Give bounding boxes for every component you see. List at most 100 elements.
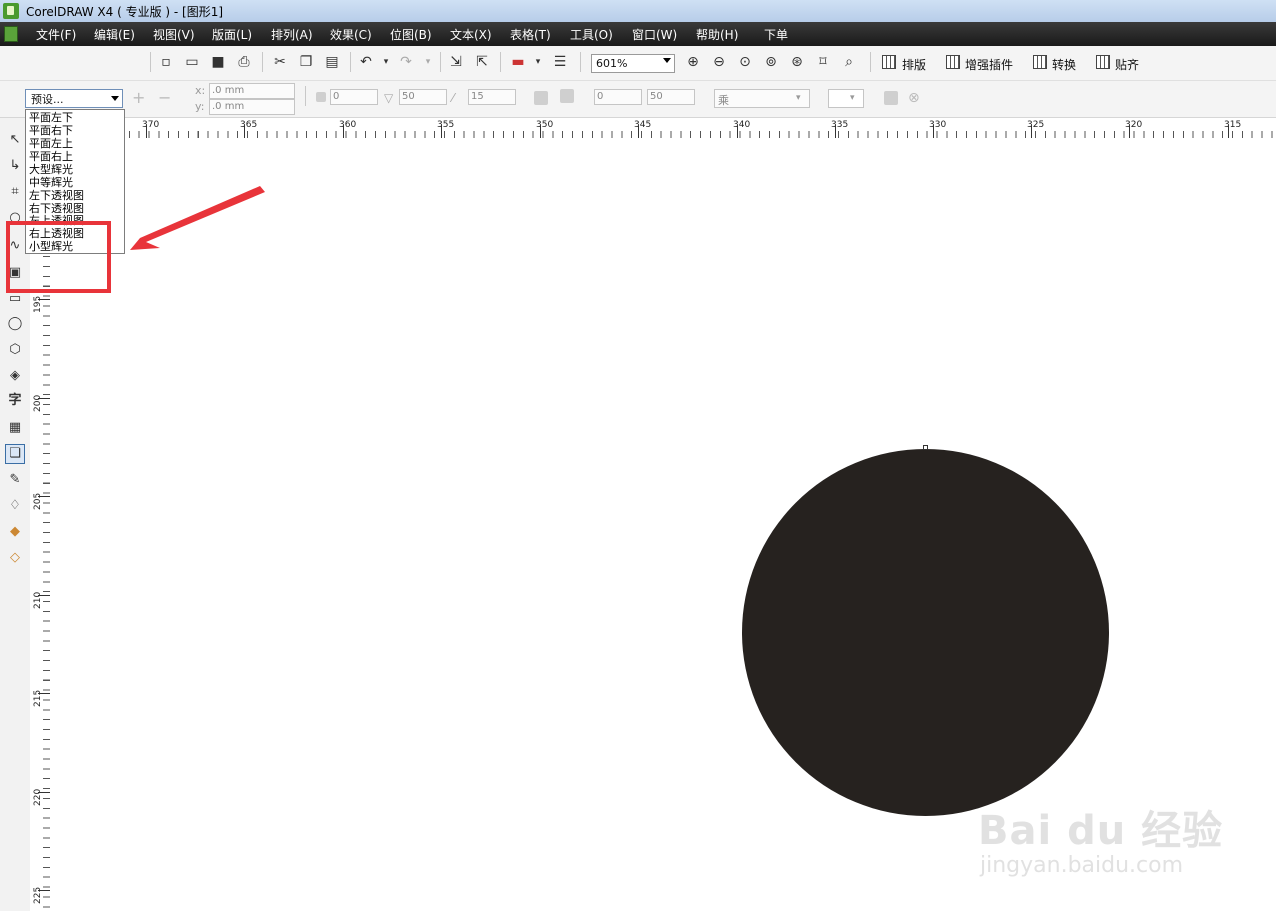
shadow-opacity-icon: ▽ xyxy=(384,91,394,105)
undo-icon[interactable]: ↶ xyxy=(358,54,374,70)
y-position-value: .0 mm xyxy=(212,101,245,112)
horizontal-ruler-ticks xyxy=(50,131,1276,138)
ruler-label: 325 xyxy=(1027,120,1045,130)
shadow-color-arrow-icon[interactable]: ▾ xyxy=(850,90,855,106)
toolbar-separator xyxy=(350,52,351,72)
convert-button[interactable]: 转换 xyxy=(1052,56,1076,73)
ruler-label: 215 xyxy=(33,689,43,707)
ellipse-tool-icon[interactable]: ◯ xyxy=(6,315,24,333)
zoom-level-value: 601% xyxy=(596,57,628,70)
remove-preset-icon[interactable]: − xyxy=(158,90,171,106)
menu-effects[interactable]: 效果(C) xyxy=(330,26,372,43)
zoom-out-icon[interactable]: ⊖ xyxy=(711,54,727,70)
toolbar-separator xyxy=(580,52,581,72)
layout-plugin-icon xyxy=(882,55,896,69)
clear-shadow-icon[interactable]: ⊗ xyxy=(908,90,920,106)
preset-option[interactable]: 平面右下 xyxy=(29,124,73,137)
menu-order[interactable]: 下单 xyxy=(764,26,788,43)
add-preset-icon[interactable]: + xyxy=(132,90,145,106)
preset-option[interactable]: 左下透视图 xyxy=(29,189,84,202)
menu-help[interactable]: 帮助(H) xyxy=(696,26,738,43)
document-icon[interactable] xyxy=(4,26,18,42)
preset-option[interactable]: 平面左上 xyxy=(29,137,73,150)
crop-tool-icon[interactable]: ⌗ xyxy=(6,183,24,201)
open-icon[interactable]: ▭ xyxy=(184,54,200,70)
coreldraw-app-icon[interactable] xyxy=(3,3,19,19)
convert-plugin-icon xyxy=(1033,55,1047,69)
ruler-label: 205 xyxy=(33,492,43,510)
shadow-feather-value: 15 xyxy=(471,91,484,102)
menu-layout[interactable]: 版面(L) xyxy=(212,26,252,43)
paste-icon[interactable]: ▤ xyxy=(324,54,340,70)
preset-option[interactable]: 平面左下 xyxy=(29,111,73,124)
circle-node-handle[interactable] xyxy=(923,445,928,450)
menu-text[interactable]: 文本(X) xyxy=(450,26,492,43)
menu-edit[interactable]: 编辑(E) xyxy=(94,26,135,43)
welcome-screen-icon[interactable]: ☰ xyxy=(552,54,568,70)
polygon-tool-icon[interactable]: ⬡ xyxy=(6,341,24,359)
feather-edges-icon[interactable] xyxy=(560,89,574,103)
menu-bitmaps[interactable]: 位图(B) xyxy=(390,26,432,43)
menu-view[interactable]: 视图(V) xyxy=(153,26,195,43)
shadow-feather-icon: ⁄ xyxy=(452,91,455,105)
ruler-label: 355 xyxy=(437,120,455,130)
shadow-color-picker[interactable] xyxy=(828,89,864,108)
merge-mode-arrow-icon[interactable]: ▾ xyxy=(796,90,801,106)
toolbar-separator xyxy=(150,52,151,72)
shape-tool-icon[interactable]: ↳ xyxy=(6,157,24,175)
copy-icon[interactable]: ❐ xyxy=(298,54,314,70)
feather-direction-icon[interactable] xyxy=(534,91,548,105)
menu-file[interactable]: 文件(F) xyxy=(36,26,76,43)
ruler-label: 220 xyxy=(33,788,43,806)
zoom-in-icon[interactable]: ⊕ xyxy=(685,54,701,70)
annotation-arrow-icon xyxy=(130,186,265,250)
save-icon[interactable]: ■ xyxy=(210,54,226,70)
print-icon[interactable]: ⎙ xyxy=(236,54,252,70)
preset-option[interactable]: 中等辉光 xyxy=(29,176,73,189)
toolbar-separator xyxy=(440,52,441,72)
menu-table[interactable]: 表格(T) xyxy=(510,26,551,43)
preset-option[interactable]: 平面右上 xyxy=(29,150,73,163)
zoom-selected-icon[interactable]: ⊙ xyxy=(737,54,753,70)
pick-tool-icon[interactable]: ↖ xyxy=(6,131,24,149)
ruler-label: 330 xyxy=(929,120,947,130)
zoom-dropdown-arrow-icon[interactable] xyxy=(663,58,671,63)
text-tool-icon[interactable]: 字 xyxy=(6,392,24,410)
import-icon[interactable]: ⇲ xyxy=(448,54,464,70)
merge-mode-value: 乘 xyxy=(718,94,729,107)
launcher-dropdown-icon[interactable]: ▾ xyxy=(530,54,546,70)
circle-shape[interactable] xyxy=(742,449,1109,816)
shadow-offset-icon xyxy=(316,92,326,102)
cut-icon[interactable]: ✂ xyxy=(272,54,288,70)
application-launcher-icon[interactable]: ▬ xyxy=(510,54,526,70)
menu-arrange[interactable]: 排列(A) xyxy=(271,26,313,43)
zoom-page-height-icon[interactable]: ⌕ xyxy=(841,54,857,70)
table-tool-icon[interactable]: ▦ xyxy=(6,419,24,437)
basic-shapes-tool-icon[interactable]: ◈ xyxy=(6,367,24,385)
ruler-label: 200 xyxy=(33,394,43,412)
ruler-label: 340 xyxy=(733,120,751,130)
menu-window[interactable]: 窗口(W) xyxy=(632,26,677,43)
new-document-icon[interactable]: ▫ xyxy=(158,54,174,70)
preset-option[interactable]: 大型辉光 xyxy=(29,163,73,176)
outline-tool-icon[interactable]: ♢ xyxy=(6,497,24,515)
zoom-all-objects-icon[interactable]: ⊚ xyxy=(763,54,779,70)
ruler-label: 370 xyxy=(142,120,160,130)
menu-tools[interactable]: 工具(O) xyxy=(570,26,613,43)
zoom-page-icon[interactable]: ⊛ xyxy=(789,54,805,70)
x-label: x: xyxy=(195,84,206,97)
layout-button[interactable]: 排版 xyxy=(902,56,926,73)
export-icon[interactable]: ⇱ xyxy=(474,54,490,70)
preset-dropdown-arrow-icon[interactable] xyxy=(111,96,119,101)
zoom-page-width-icon[interactable]: ⌑ xyxy=(815,54,831,70)
eyedropper-tool-icon[interactable]: ✎ xyxy=(6,471,24,489)
copy-shadow-properties-icon[interactable] xyxy=(884,91,898,105)
fill-tool-icon[interactable]: ◆ xyxy=(6,523,24,541)
undo-dropdown-icon[interactable]: ▾ xyxy=(378,54,394,70)
enhance-plugin-button[interactable]: 增强插件 xyxy=(965,56,1013,73)
redo-icon[interactable]: ↷ xyxy=(398,54,414,70)
redo-dropdown-icon[interactable]: ▾ xyxy=(420,54,436,70)
snap-button[interactable]: 贴齐 xyxy=(1115,56,1139,73)
interactive-fill-tool-icon[interactable]: ◇ xyxy=(6,549,24,567)
ruler-label: 350 xyxy=(536,120,554,130)
